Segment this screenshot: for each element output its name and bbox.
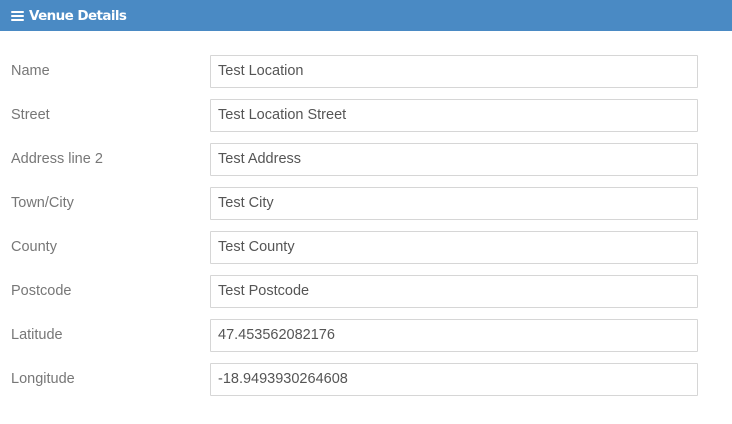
form-row-name: Name bbox=[0, 49, 732, 93]
name-label: Name bbox=[11, 63, 50, 79]
county-input[interactable] bbox=[210, 230, 698, 264]
panel-title: Venue Details bbox=[29, 7, 127, 24]
street-label: Street bbox=[11, 107, 50, 123]
form-row-street: Street bbox=[0, 93, 732, 137]
postcode-input[interactable] bbox=[210, 274, 698, 308]
latitude-input[interactable] bbox=[210, 318, 698, 352]
street-input[interactable] bbox=[210, 98, 698, 132]
name-input[interactable] bbox=[210, 54, 698, 88]
form-row-county: County bbox=[0, 225, 732, 269]
form-row-longitude: Longitude bbox=[0, 357, 732, 401]
form-row-address-line-2: Address line 2 bbox=[0, 137, 732, 181]
form-row-postcode: Postcode bbox=[0, 269, 732, 313]
venue-details-panel: Venue Details Name Street Address line 2… bbox=[0, 0, 732, 418]
town-city-input[interactable] bbox=[210, 186, 698, 220]
address-line-2-label: Address line 2 bbox=[11, 151, 103, 167]
longitude-input[interactable] bbox=[210, 362, 698, 396]
form-row-latitude: Latitude bbox=[0, 313, 732, 357]
address-line-2-input[interactable] bbox=[210, 142, 698, 176]
form-row-town-city: Town/City bbox=[0, 181, 732, 225]
panel-header: Venue Details bbox=[0, 0, 732, 31]
town-city-label: Town/City bbox=[11, 195, 74, 211]
county-label: County bbox=[11, 239, 57, 255]
latitude-label: Latitude bbox=[11, 327, 63, 343]
postcode-label: Postcode bbox=[11, 283, 72, 299]
venue-form: Name Street Address line 2 Town/City Cou… bbox=[0, 31, 732, 401]
menu-icon bbox=[11, 10, 24, 21]
longitude-label: Longitude bbox=[11, 371, 75, 387]
